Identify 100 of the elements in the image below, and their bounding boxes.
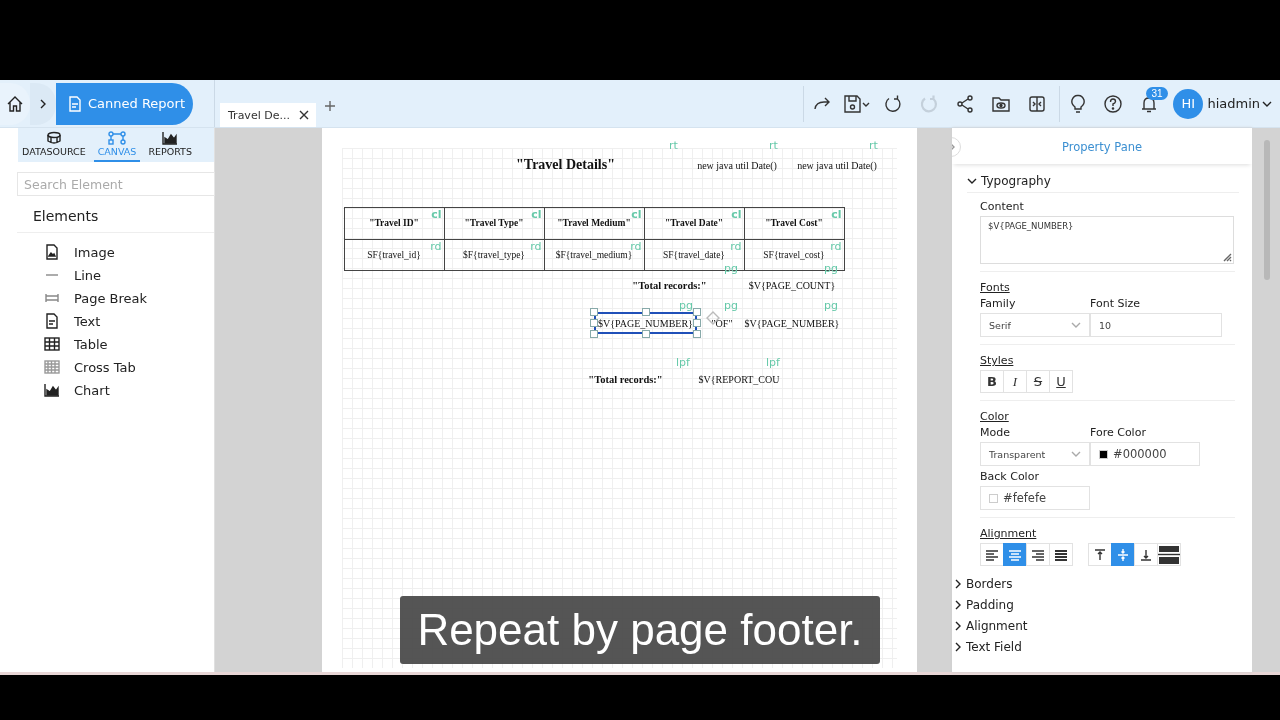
- color-swatch: [1099, 449, 1108, 459]
- document-icon: [44, 313, 60, 329]
- align-middle-icon: [1115, 547, 1131, 562]
- band-tag: pg: [824, 300, 838, 312]
- chevron-right-icon: [954, 578, 962, 589]
- section-header[interactable]: Borders: [954, 574, 1252, 593]
- elements-heading: Elements: [33, 208, 99, 224]
- report-field[interactable]: "Total records:": [557, 369, 694, 389]
- align-left-icon: [984, 547, 1000, 562]
- report-field[interactable]: $V{REPORT_COU: [694, 369, 784, 389]
- grid-icon: [44, 360, 60, 374]
- home-button[interactable]: [0, 82, 30, 125]
- style-button[interactable]: S: [1026, 370, 1050, 393]
- chevron-down-icon: [967, 176, 977, 185]
- band-tag: cl: [831, 208, 842, 221]
- field-cell[interactable]: SF{travel_id} rd: [343, 238, 445, 271]
- table-icon: [44, 337, 60, 351]
- chevron-down-icon: [1071, 322, 1081, 328]
- align-center-icon: [1007, 547, 1023, 562]
- line-icon: [44, 274, 60, 276]
- align-bottom-icon: [1138, 547, 1154, 562]
- section-header[interactable]: Typography: [967, 174, 1239, 193]
- split-panel-icon: [1027, 93, 1048, 114]
- band-tag: rd: [530, 240, 542, 253]
- column-header[interactable]: "Travel ID" cl: [343, 206, 445, 240]
- section-header[interactable]: Alignment: [954, 616, 1252, 635]
- band-tag: pg: [724, 300, 738, 312]
- band-tag: lpf: [766, 357, 780, 369]
- flow-icon: [106, 131, 129, 145]
- field-label: Family: [980, 297, 1017, 310]
- column-header[interactable]: "Travel Cost" cl: [743, 206, 845, 240]
- section-header[interactable]: Text Field: [954, 637, 1252, 656]
- search-field[interactable]: Search Element: [17, 172, 215, 196]
- element-item[interactable]: Text: [44, 312, 214, 330]
- fore-color-field[interactable]: #000000: [1090, 442, 1200, 466]
- color-swatch: [989, 493, 998, 503]
- report-field[interactable]: $V{PAGE_COUNT}: [742, 275, 842, 295]
- chart-icon: [162, 131, 179, 145]
- align-right-icon: [1030, 547, 1046, 562]
- report-field[interactable]: "Total records:": [597, 275, 742, 295]
- plus-icon: [323, 99, 336, 112]
- band-tag: rd: [630, 240, 642, 253]
- chart-icon: [44, 383, 60, 397]
- style-button[interactable]: B: [980, 370, 1004, 393]
- element-item[interactable]: Chart: [44, 381, 214, 399]
- chevron-right-icon: [38, 97, 48, 110]
- style-button[interactable]: I: [1003, 370, 1027, 393]
- band-tag: rd: [730, 240, 742, 253]
- band-tag: cl: [631, 208, 642, 221]
- align-justify-icon: [1053, 547, 1069, 562]
- band-tag: rt: [669, 140, 678, 152]
- field-label: Font Size: [1090, 297, 1142, 310]
- element-item[interactable]: Page Break: [44, 289, 214, 307]
- chevron-right-icon: [954, 641, 962, 652]
- band-tag: rt: [769, 140, 778, 152]
- pane-title: Property Pane: [1061, 140, 1143, 154]
- report-field[interactable]: "OF": [702, 312, 742, 334]
- report-field[interactable]: new java util Date(): [687, 152, 787, 178]
- band-tag: rd: [430, 240, 442, 253]
- report-field[interactable]: "Travel Details": [444, 152, 687, 178]
- image-icon: [44, 244, 60, 260]
- element-item[interactable]: Table: [44, 335, 214, 353]
- color-mode-select[interactable]: Transparent: [980, 442, 1090, 466]
- band-tag: pg: [679, 300, 693, 312]
- element-item[interactable]: Cross Tab: [44, 358, 214, 376]
- side-tab[interactable]: DATASOURCE: [18, 128, 90, 162]
- side-tab[interactable]: REPORTS: [144, 128, 196, 162]
- style-button[interactable]: U: [1049, 370, 1073, 393]
- help-icon: [1103, 93, 1124, 114]
- field-label: Back Color: [980, 470, 1040, 483]
- field-label: Mode: [980, 426, 1011, 439]
- element-item[interactable]: Line: [44, 266, 214, 284]
- field-label: Content: [980, 200, 1025, 213]
- align-stretch-icon: [1158, 544, 1180, 565]
- resize-handle[interactable]: [641, 330, 650, 338]
- font-size-field[interactable]: 10: [1090, 313, 1222, 337]
- document-icon: [68, 95, 82, 112]
- resize-handle[interactable]: [641, 308, 650, 316]
- band-tag: cl: [731, 208, 742, 221]
- close-icon: [297, 109, 310, 121]
- report-field[interactable]: new java util Date(): [787, 152, 887, 178]
- group-heading: Styles: [980, 354, 1014, 367]
- content-field[interactable]: $V{PAGE_NUMBER}: [980, 216, 1234, 264]
- element-item[interactable]: Image: [44, 243, 214, 261]
- document-tab[interactable]: Travel De...: [220, 103, 316, 127]
- field-label: Fore Color: [1090, 426, 1147, 439]
- band-tag: cl: [531, 208, 542, 221]
- notification-badge: 31: [1146, 86, 1168, 100]
- font-family-select[interactable]: Serif: [980, 313, 1090, 337]
- chevron-down-icon: [1071, 451, 1081, 457]
- section-header[interactable]: Padding: [954, 595, 1252, 614]
- report-field[interactable]: $V{PAGE_NUMBER}: [742, 312, 842, 334]
- back-color-field[interactable]: #fefefe: [980, 486, 1090, 510]
- scrollbar[interactable]: [1264, 140, 1270, 280]
- group-heading: Alignment: [980, 527, 1037, 540]
- align-top-icon: [1092, 547, 1108, 562]
- band-tag: rt: [869, 140, 878, 152]
- chevron-right-icon: [954, 599, 962, 610]
- database-icon: [44, 131, 63, 145]
- user-menu[interactable]: hiadmin: [1203, 96, 1272, 111]
